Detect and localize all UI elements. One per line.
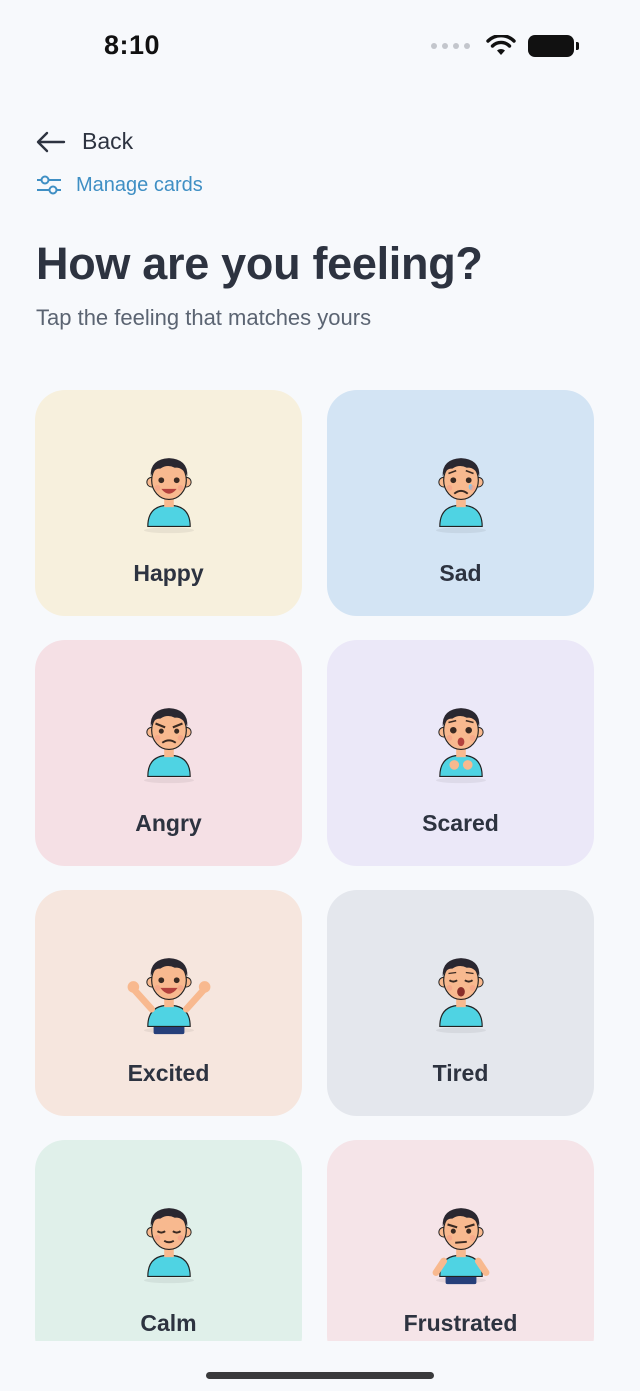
happy-child-icon bbox=[119, 434, 219, 538]
bottom-fade bbox=[0, 1341, 640, 1391]
battery-icon bbox=[528, 35, 579, 57]
feeling-card-calm[interactable]: Calm bbox=[35, 1140, 302, 1366]
frustrated-child-icon bbox=[411, 1184, 511, 1288]
feeling-card-tired[interactable]: Tired bbox=[327, 890, 594, 1116]
feeling-label: Frustrated bbox=[403, 1310, 518, 1336]
signal-dots-icon bbox=[431, 43, 470, 49]
arrow-left-icon bbox=[36, 131, 66, 152]
feelings-grid: Happy Sad Angry Scared Excited Tired Cal… bbox=[35, 390, 594, 1366]
scared-child-icon bbox=[411, 684, 511, 788]
excited-child-icon bbox=[119, 934, 219, 1038]
feeling-card-scared[interactable]: Scared bbox=[327, 640, 594, 866]
feeling-card-sad[interactable]: Sad bbox=[327, 390, 594, 616]
feeling-label: Sad bbox=[439, 560, 482, 586]
angry-child-icon bbox=[119, 684, 219, 788]
feeling-card-excited[interactable]: Excited bbox=[35, 890, 302, 1116]
status-time: 8:10 bbox=[104, 30, 161, 60]
calm-child-icon bbox=[119, 1184, 219, 1288]
feeling-label: Scared bbox=[422, 810, 499, 836]
feeling-label: Excited bbox=[127, 1060, 210, 1086]
feelings-screen: 8:10 Back Manage cards How are you feeli… bbox=[0, 0, 640, 1391]
wifi-icon bbox=[486, 35, 516, 55]
status-icons bbox=[431, 35, 579, 57]
back-label: Back bbox=[82, 128, 134, 154]
feeling-card-angry[interactable]: Angry bbox=[35, 640, 302, 866]
feeling-label: Calm bbox=[140, 1310, 197, 1336]
page-subtitle: Tap the feeling that matches yours bbox=[36, 305, 372, 330]
feeling-card-frustrated[interactable]: Frustrated bbox=[327, 1140, 594, 1366]
sad-child-icon bbox=[411, 434, 511, 538]
back-button[interactable]: Back bbox=[36, 128, 133, 155]
sliders-icon bbox=[37, 175, 61, 195]
manage-cards-button[interactable]: Manage cards bbox=[36, 173, 203, 197]
feeling-card-happy[interactable]: Happy bbox=[35, 390, 302, 616]
feeling-label: Happy bbox=[133, 560, 204, 586]
manage-cards-label: Manage cards bbox=[76, 173, 203, 196]
feeling-label: Angry bbox=[135, 810, 202, 836]
home-indicator[interactable] bbox=[206, 1372, 434, 1379]
feeling-label: Tired bbox=[432, 1060, 489, 1086]
page-title: How are you feeling? bbox=[36, 238, 483, 289]
tired-child-icon bbox=[411, 934, 511, 1038]
